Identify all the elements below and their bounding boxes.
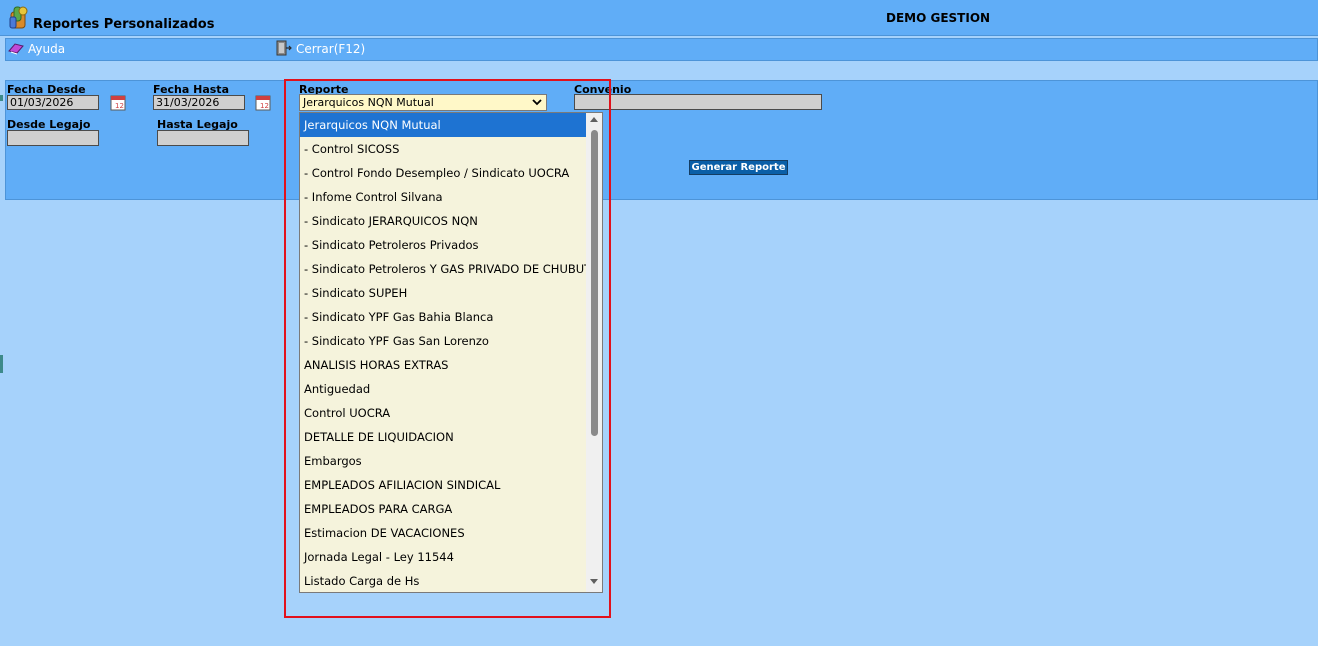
convenio-field[interactable] — [574, 94, 822, 110]
fecha-desde-field[interactable]: 01/03/2026 — [7, 95, 99, 110]
help-menu-item[interactable]: Ayuda — [8, 40, 65, 58]
help-label: Ayuda — [28, 42, 66, 56]
hasta-legajo-field[interactable] — [157, 130, 249, 146]
calendar-icon[interactable]: 12 — [253, 94, 273, 112]
svg-text:12: 12 — [260, 102, 269, 110]
edge-artifact — [0, 95, 3, 101]
help-book-icon — [8, 41, 24, 58]
generar-reporte-button[interactable]: Generar Reporte — [689, 160, 788, 175]
app-logo-icon — [9, 5, 29, 29]
desde-legajo-field[interactable] — [7, 130, 99, 146]
fecha-hasta-field[interactable]: 31/03/2026 — [153, 95, 245, 110]
company-name: DEMO GESTION — [886, 11, 991, 25]
page-title: Reportes Personalizados — [33, 17, 215, 32]
highlight-box — [284, 79, 611, 618]
menu-bar — [5, 38, 1318, 61]
calendar-icon[interactable]: 12 — [108, 94, 128, 112]
close-menu-item[interactable]: Cerrar(F12) — [274, 40, 365, 58]
exit-door-icon — [274, 40, 292, 59]
close-label: Cerrar(F12) — [296, 42, 366, 56]
svg-text:12: 12 — [115, 102, 124, 110]
edge-artifact — [0, 355, 3, 373]
